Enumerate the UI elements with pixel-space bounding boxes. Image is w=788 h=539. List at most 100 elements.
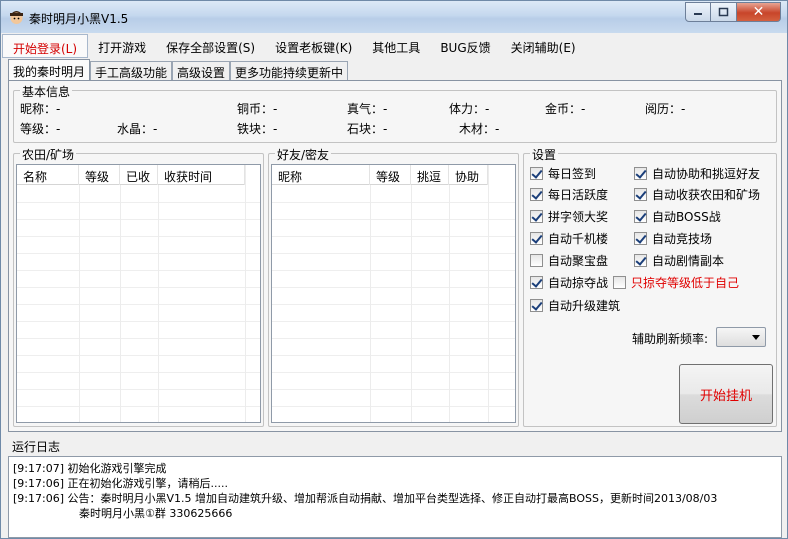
checkbox-box[interactable] [530, 299, 543, 312]
menu-close-helper[interactable]: 关闭辅助(E) [501, 34, 586, 58]
checkbox-label: 每日签到 [548, 167, 597, 181]
log-output[interactable]: [9:17:07] 初始化游戏引擎完成 [9:17:06] 正在初始化游戏引擎，… [8, 456, 782, 538]
checkbox-box[interactable] [530, 276, 543, 289]
menu-other-tools[interactable]: 其他工具 [362, 34, 430, 58]
friends-col-nickname[interactable]: 昵称 [272, 165, 370, 185]
info-level: 等级：- [20, 122, 61, 136]
farm-col-sep [158, 165, 159, 422]
checkbox-label: 自动掠夺战 [548, 276, 609, 290]
friends-col-sep [411, 165, 412, 422]
checkbox-box[interactable] [634, 254, 647, 267]
menu-boss-key[interactable]: 设置老板键(K) [265, 34, 362, 58]
info-crystal: 水晶：- [117, 122, 158, 136]
checkbox-auto-boss[interactable]: 自动BOSS战 [634, 208, 721, 225]
farm-list-header: 名称 等级 已收 收获时间 [17, 165, 245, 185]
farm-list[interactable]: 名称 等级 已收 收获时间 [16, 164, 261, 423]
tab-advanced-settings[interactable]: 高级设置 [172, 61, 231, 80]
checkbox-box[interactable] [530, 210, 543, 223]
friends-list[interactable]: 昵称 等级 挑逗 协助 [271, 164, 516, 423]
log-line: [9:17:06] 正在初始化游戏引擎，请稍后..... [13, 477, 228, 490]
info-stone: 石块：- [347, 122, 388, 136]
log-line: [9:17:07] 初始化游戏引擎完成 [13, 462, 167, 475]
friends-col-level[interactable]: 等级 [370, 165, 411, 185]
farm-col-collected[interactable]: 已收 [120, 165, 158, 185]
farm-col-sep [79, 165, 80, 422]
info-stamina: 体力：- [449, 102, 490, 116]
friends-title: 好友/密友 [275, 146, 332, 163]
start-hangup-button[interactable]: 开始挂机 [679, 364, 773, 424]
menu-bug-report[interactable]: BUG反馈 [430, 34, 500, 58]
farm-col-harvest-time[interactable]: 收获时间 [158, 165, 245, 185]
minimize-button[interactable] [685, 2, 711, 22]
farm-col-name[interactable]: 名称 [17, 165, 79, 185]
info-wood: 木材：- [459, 122, 500, 136]
checkbox-box[interactable] [634, 188, 647, 201]
maximize-button[interactable] [711, 2, 737, 22]
checkbox-label: 自动BOSS战 [652, 210, 721, 224]
friends-col-sep [488, 165, 489, 422]
refresh-rate-select[interactable] [716, 327, 766, 347]
checkbox-auto-harvest[interactable]: 自动收获农田和矿场 [634, 186, 760, 203]
checkbox-auto-arena[interactable]: 自动竞技场 [634, 230, 712, 247]
checkbox-label: 自动聚宝盘 [548, 254, 609, 268]
log-line: [9:17:06] 公告：秦时明月小黑V1.5 增加自动建筑升级、增加帮派自动捐… [13, 492, 718, 505]
maximize-icon [718, 7, 729, 17]
main-window: 秦时明月小黑V1.5 ✕ 开始登录(L) 打开游戏 保存全部设置(S) 设置老板… [0, 0, 788, 539]
checkbox-label: 拼字领大奖 [548, 210, 609, 224]
menu-start-login[interactable]: 开始登录(L) [2, 34, 89, 58]
checkbox-box[interactable] [613, 276, 626, 289]
checkbox-label: 每日活跃度 [548, 188, 609, 202]
checkbox-auto-story[interactable]: 自动剧情副本 [634, 252, 724, 269]
tab-manual-advanced[interactable]: 手工高级功能 [90, 61, 173, 80]
checkbox-auto-upgrade-building[interactable]: 自动升级建筑 [530, 297, 620, 314]
info-qi: 真气：- [347, 102, 388, 116]
checkbox-word-prize[interactable]: 拼字领大奖 [530, 208, 608, 225]
checkbox-label: 自动竞技场 [652, 232, 713, 246]
checkbox-label: 自动协助和挑逗好友 [652, 167, 761, 181]
info-experience: 阅历：- [645, 102, 686, 116]
checkbox-label: 自动千机楼 [548, 232, 609, 246]
checkbox-box[interactable] [634, 210, 647, 223]
log-line: 秦时明月小黑①群 330625666 [79, 507, 233, 520]
friends-grid [272, 186, 515, 422]
checkbox-auto-plunder[interactable]: 自动掠夺战 [530, 274, 608, 291]
farm-col-level[interactable]: 等级 [79, 165, 120, 185]
checkbox-label: 自动剧情副本 [652, 254, 725, 268]
chevron-down-icon [752, 335, 760, 340]
checkbox-box[interactable] [530, 188, 543, 201]
checkbox-daily-activity[interactable]: 每日活跃度 [530, 186, 608, 203]
menu-open-game[interactable]: 打开游戏 [88, 34, 156, 58]
menu-save-settings[interactable]: 保存全部设置(S) [156, 34, 265, 58]
checkbox-auto-qianji[interactable]: 自动千机楼 [530, 230, 608, 247]
farm-col-sep [120, 165, 121, 422]
checkbox-plunder-lower-level[interactable]: 只掠夺等级低于自己 [613, 274, 739, 291]
friends-col-sep [370, 165, 371, 422]
checkbox-box[interactable] [530, 254, 543, 267]
checkbox-box[interactable] [530, 167, 543, 180]
app-character-icon [10, 11, 23, 24]
tab-panel: 基本信息 昵称：- 铜币：- 真气：- 体力：- 金币：- 阅历：- 等级：- … [8, 80, 782, 432]
checkbox-daily-signin[interactable]: 每日签到 [530, 165, 596, 182]
menu-bar: 开始登录(L) 打开游戏 保存全部设置(S) 设置老板键(K) 其他工具 BUG… [2, 34, 787, 58]
checkbox-box[interactable] [530, 232, 543, 245]
friends-col-tease[interactable]: 挑逗 [411, 165, 449, 185]
checkbox-label: 自动收获农田和矿场 [652, 188, 761, 202]
tab-my-qinshi[interactable]: 我的秦时明月 [8, 59, 91, 80]
title-bar[interactable]: 秦时明月小黑V1.5 ✕ [1, 1, 787, 33]
farm-col-sep [245, 165, 246, 422]
checkbox-label: 自动升级建筑 [548, 299, 621, 313]
farm-title: 农田/矿场 [20, 146, 77, 163]
tab-more-features[interactable]: 更多功能持续更新中 [230, 61, 349, 80]
window-title: 秦时明月小黑V1.5 [29, 12, 129, 26]
close-button[interactable]: ✕ [737, 2, 781, 22]
checkbox-auto-assist-friends[interactable]: 自动协助和挑逗好友 [634, 165, 760, 182]
checkbox-auto-treasure[interactable]: 自动聚宝盘 [530, 252, 608, 269]
info-iron: 铁块：- [237, 122, 278, 136]
info-copper: 铜币：- [237, 102, 278, 116]
window-controls: ✕ [685, 2, 781, 22]
checkbox-box[interactable] [634, 167, 647, 180]
friends-col-assist[interactable]: 协助 [449, 165, 488, 185]
checkbox-box[interactable] [634, 232, 647, 245]
close-icon: ✕ [752, 4, 765, 20]
tab-strip: 我的秦时明月 手工高级功能 高级设置 更多功能持续更新中 [8, 59, 349, 80]
